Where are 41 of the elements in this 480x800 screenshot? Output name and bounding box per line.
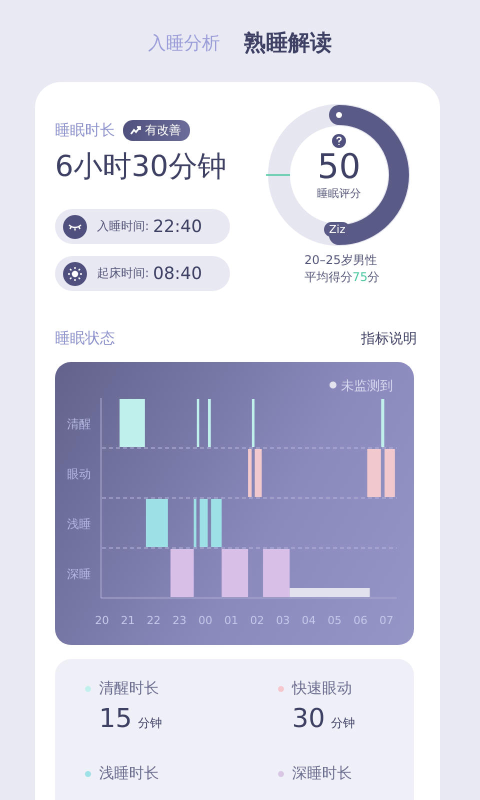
stat-unit: 分钟 [138, 715, 162, 732]
hour-label: 20 [95, 614, 109, 627]
stage-label: 深睡 [67, 567, 91, 581]
hour-label: 00 [198, 614, 212, 627]
stat-name: 快速眼动 [292, 679, 352, 698]
stage-label: 浅睡 [67, 517, 91, 531]
hour-label: 22 [146, 614, 161, 627]
closed-eye-icon [63, 214, 87, 238]
trend-icon [130, 126, 141, 135]
sleep-score: 50 [317, 148, 361, 186]
ziz-mark: Ziz [324, 222, 350, 237]
hour-label: 04 [302, 614, 316, 627]
hour-label: 21 [120, 614, 135, 627]
legend-label: 未监测到 [341, 379, 393, 394]
help-icon[interactable] [332, 134, 346, 148]
average-marker [266, 174, 290, 176]
section-label: 睡眠时长 [55, 121, 115, 140]
hour-label: 23 [172, 614, 187, 627]
stat-name: 深睡时长 [292, 764, 352, 783]
stat-value: 15 [99, 704, 132, 734]
time-pill: 起床时间: 08:40 [55, 256, 230, 291]
stat-unit: 分钟 [331, 715, 356, 732]
hour-label: 03 [276, 614, 290, 627]
stage-label: 眼动 [67, 467, 91, 481]
score-label: 睡眠评分 [317, 186, 361, 201]
section-title: 睡眠状态 [55, 329, 115, 348]
average-score: 平均得分75分 [304, 269, 380, 286]
peer-group: 20–25岁男性 [304, 252, 380, 269]
sun-icon [63, 262, 87, 286]
sleep-duration: 6小时30分钟 [55, 148, 228, 185]
hour-label: 02 [250, 614, 264, 627]
hour-label: 01 [224, 614, 238, 627]
stat-value: 30 [292, 704, 326, 734]
stage-label: 清醒 [67, 417, 91, 431]
stat-name: 清醒时长 [99, 679, 159, 698]
arc-start-dot [336, 112, 342, 118]
stat-name: 浅睡时长 [99, 764, 159, 783]
improvement-badge: 有改善 [123, 120, 190, 141]
tab[interactable]: 熟睡解读 [244, 28, 332, 58]
time-pill: 入睡时间: 22:40 [55, 209, 230, 244]
metric-info-link[interactable]: 指标说明 [361, 330, 417, 348]
